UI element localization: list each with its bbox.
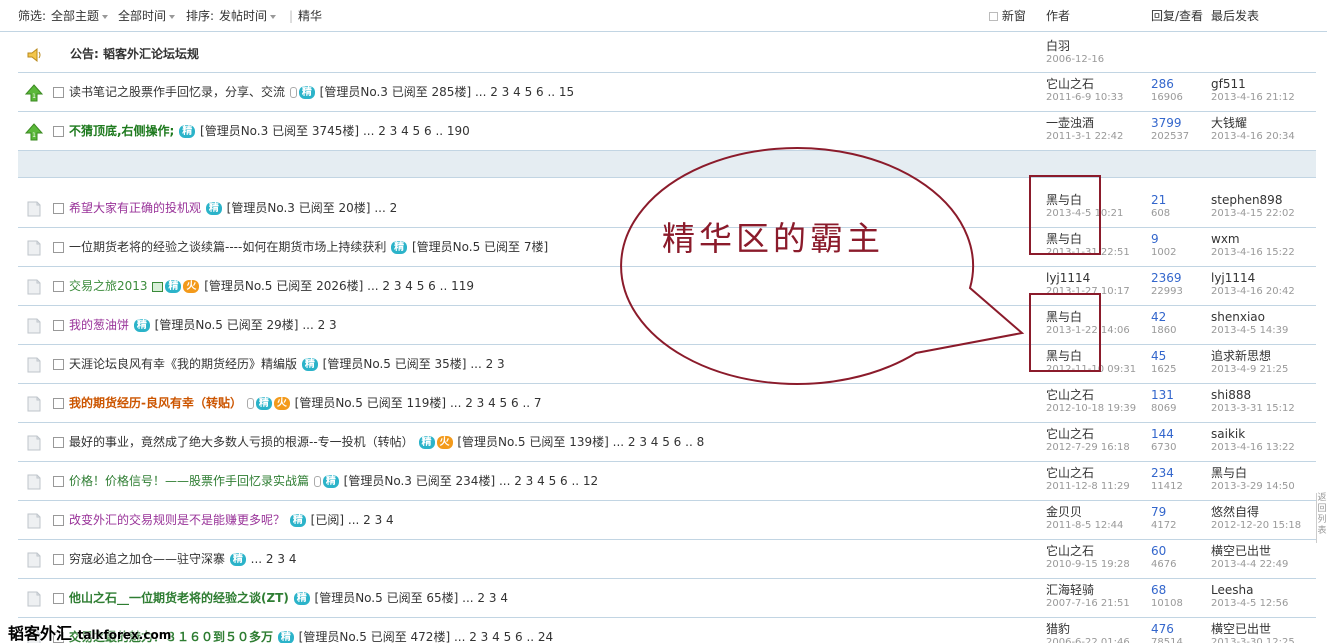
thread-list-panel: 筛选: 全部主题 全部时间 排序: 发帖时间 | 精华 新窗 作者 回复/查看 … <box>0 0 1327 643</box>
speech-bubble-outline <box>620 147 1025 386</box>
speech-bubble-annotation <box>620 147 1025 386</box>
highlight-box-bottom <box>1029 293 1101 372</box>
site-watermark: 韬客外汇 talkforex.com <box>8 624 172 643</box>
back-to-list-link[interactable]: 返回列表 <box>1316 493 1327 543</box>
bubble-annotation-text: 精华区的霸主 <box>662 219 884 258</box>
highlight-box-top <box>1029 175 1101 255</box>
